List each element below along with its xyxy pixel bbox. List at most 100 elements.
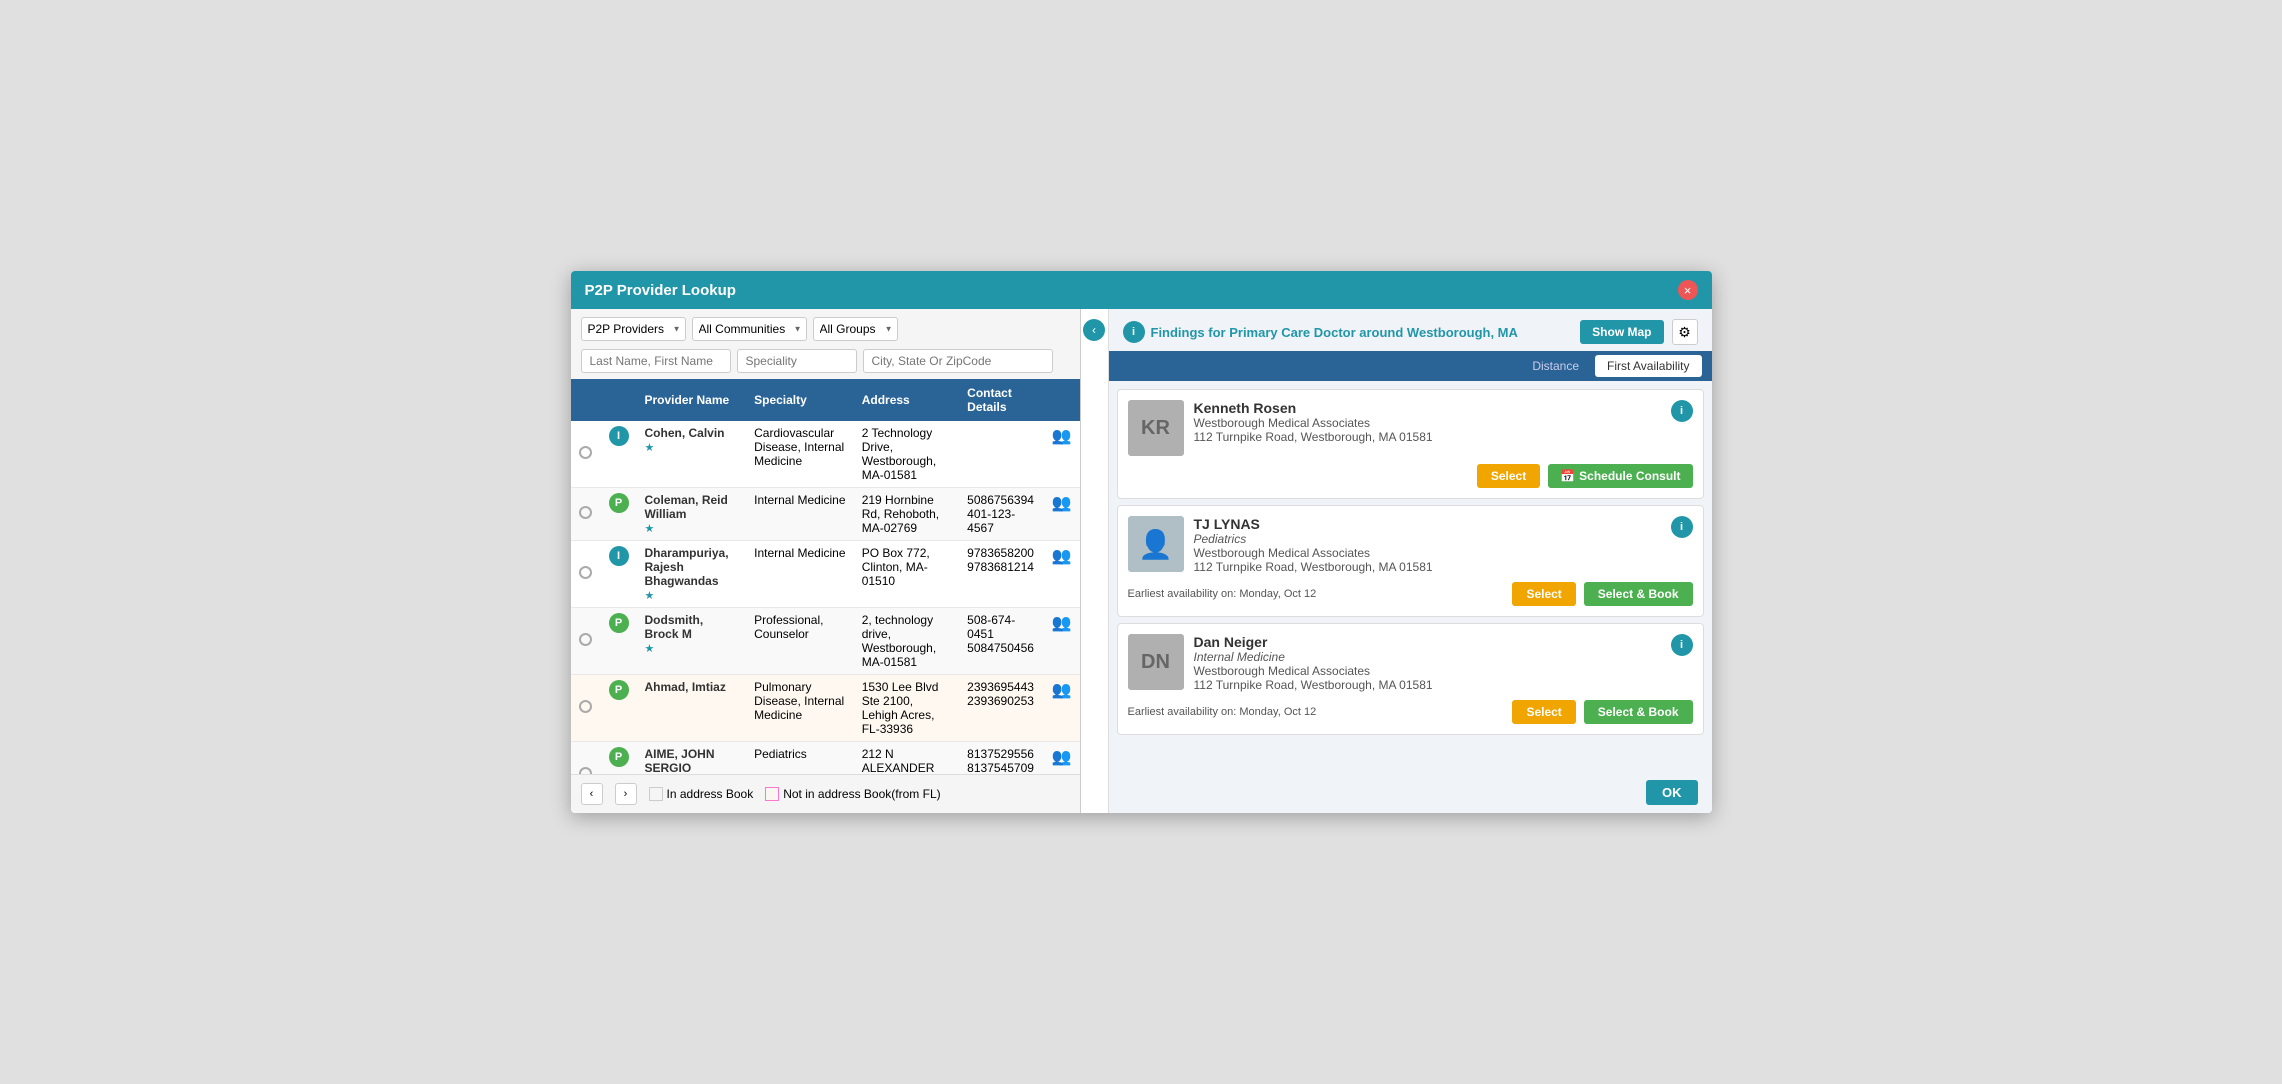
left-panel: P2P Providers All Communities All Groups — [571, 309, 1081, 813]
provider-card-addr: 112 Turnpike Road, Westborough, MA 01581 — [1194, 678, 1661, 692]
p-icon: P — [609, 613, 629, 633]
p-icon: P — [609, 493, 629, 513]
modal-body: P2P Providers All Communities All Groups — [571, 309, 1712, 813]
specialty-cell: Internal Medicine — [746, 541, 854, 608]
people-icon[interactable]: 👥 — [1052, 548, 1072, 565]
provider-card-specialty: Internal Medicine — [1194, 650, 1661, 664]
people-icon-cell: 👥 — [1044, 488, 1080, 541]
people-icon[interactable]: 👥 — [1052, 495, 1072, 512]
prev-button[interactable]: ‹ — [581, 783, 603, 805]
people-icon[interactable]: 👥 — [1052, 615, 1072, 632]
table-row: P Ahmad, Imtiaz Pulmonary Disease, Interna… — [571, 675, 1080, 742]
provider-type-icon: I — [601, 541, 637, 608]
provider-card-header: KR Kenneth Rosen Westborough Medical Ass… — [1128, 400, 1693, 456]
contact-cell: 2393695443 2393690253 — [959, 675, 1043, 742]
availability-text: Earliest availability on: Monday, Oct 12 — [1128, 588, 1317, 600]
provider-name[interactable]: AIME, JOHN SERGIO — [645, 747, 739, 774]
people-icon[interactable]: 👥 — [1052, 749, 1072, 766]
select-and-book-button[interactable]: Select & Book — [1584, 582, 1693, 606]
collapse-button[interactable]: ‹ — [1083, 319, 1105, 341]
show-map-button[interactable]: Show Map — [1580, 320, 1663, 344]
people-icon[interactable]: 👥 — [1052, 682, 1072, 699]
radio-button[interactable] — [579, 700, 592, 713]
search-specialty-input[interactable] — [737, 349, 857, 373]
row-radio[interactable] — [571, 742, 601, 775]
specialty-cell: Cardiovascular Disease, Internal Medicin… — [746, 421, 854, 488]
contact-cell: 508-674-0451 5084750456 — [959, 608, 1043, 675]
row-radio[interactable] — [571, 421, 601, 488]
people-icon[interactable]: 👥 — [1052, 428, 1072, 445]
provider-name[interactable]: Ahmad, Imtiaz — [645, 680, 739, 694]
radio-button[interactable] — [579, 767, 592, 774]
row-radio[interactable] — [571, 488, 601, 541]
provider-type-select[interactable]: P2P Providers — [581, 317, 686, 341]
provider-card-name: Kenneth Rosen — [1194, 400, 1661, 416]
address-cell: 1530 Lee Blvd Ste 2100, Lehigh Acres, FL… — [854, 675, 959, 742]
provider-name[interactable]: Coleman, Reid William — [645, 493, 739, 521]
radio-button[interactable] — [579, 446, 592, 459]
provider-photo-placeholder: 👤 — [1128, 516, 1184, 572]
provider-info: Dan Neiger Internal Medicine Westborough… — [1194, 634, 1661, 692]
select-button[interactable]: Select — [1512, 700, 1575, 724]
search-name-input[interactable] — [581, 349, 731, 373]
radio-button[interactable] — [579, 506, 592, 519]
star-icon: ★ — [645, 643, 655, 655]
schedule-consult-button[interactable]: 📅Schedule Consult — [1548, 464, 1692, 488]
provider-card: KR Kenneth Rosen Westborough Medical Ass… — [1117, 389, 1704, 499]
provider-info: TJ LYNAS Pediatrics Westborough Medical … — [1194, 516, 1661, 574]
specialty-cell: Pulmonary Disease, Internal Medicine — [746, 675, 854, 742]
provider-info: Kenneth Rosen Westborough Medical Associ… — [1194, 400, 1661, 444]
col-icon — [601, 379, 637, 421]
radio-button[interactable] — [579, 566, 592, 579]
findings-text: Findings for Primary Care Doctor around … — [1151, 325, 1518, 340]
col-radio — [571, 379, 601, 421]
row-radio[interactable] — [571, 675, 601, 742]
provider-name-cell: Dodsmith, Brock M ★ — [637, 608, 747, 675]
provider-type-icon: P — [601, 675, 637, 742]
modal-header: P2P Provider Lookup × — [571, 271, 1712, 309]
card-info-icon: i — [1671, 516, 1693, 538]
select-button[interactable]: Select — [1512, 582, 1575, 606]
people-icon-cell: 👥 — [1044, 742, 1080, 775]
provider-card-addr: 112 Turnpike Road, Westborough, MA 01581 — [1194, 560, 1661, 574]
ok-button[interactable]: OK — [1646, 780, 1698, 805]
people-icon-cell: 👥 — [1044, 541, 1080, 608]
provider-name[interactable]: Dodsmith, Brock M — [645, 613, 739, 641]
group-select[interactable]: All Groups — [813, 317, 898, 341]
provider-card-addr: 112 Turnpike Road, Westborough, MA 01581 — [1194, 430, 1661, 444]
provider-name[interactable]: Dharampuriya, Rajesh Bhagwandas — [645, 546, 739, 588]
right-panel: i Findings for Primary Care Doctor aroun… — [1109, 309, 1712, 813]
close-button[interactable]: × — [1678, 280, 1698, 300]
provider-name[interactable]: Cohen, Calvin — [645, 426, 739, 440]
next-button[interactable]: › — [615, 783, 637, 805]
community-select[interactable]: All Communities — [692, 317, 807, 341]
provider-card-org: Westborough Medical Associates — [1194, 416, 1661, 430]
col-provider-name: Provider Name — [637, 379, 747, 421]
specialty-cell: Pediatrics — [746, 742, 854, 775]
search-location-input[interactable] — [863, 349, 1053, 373]
address-cell: PO Box 772, Clinton, MA-01510 — [854, 541, 959, 608]
p2p-modal: P2P Provider Lookup × P2P Providers All … — [571, 271, 1712, 813]
sort-tabs: Distance First Availability — [1109, 351, 1712, 381]
filter-icon-button[interactable]: ⚙ — [1672, 319, 1698, 345]
legend-in-book: In address Book — [649, 787, 754, 801]
provider-card-actions: Select 📅Schedule Consult — [1128, 464, 1693, 488]
sort-tab-distance[interactable]: Distance — [1520, 355, 1591, 377]
provider-card-header: DN Dan Neiger Internal Medicine Westboro… — [1128, 634, 1693, 692]
legend-not-in-book: Not in address Book(from FL) — [765, 787, 940, 801]
star-icon: ★ — [645, 590, 655, 602]
provider-card: DN Dan Neiger Internal Medicine Westboro… — [1117, 623, 1704, 735]
select-and-book-button[interactable]: Select & Book — [1584, 700, 1693, 724]
provider-name-cell: Dharampuriya, Rajesh Bhagwandas ★ — [637, 541, 747, 608]
right-header: i Findings for Primary Care Doctor aroun… — [1109, 309, 1712, 351]
provider-card-actions: Earliest availability on: Monday, Oct 12… — [1128, 582, 1693, 606]
person-silhouette-icon: 👤 — [1138, 528, 1173, 561]
radio-button[interactable] — [579, 633, 592, 646]
provider-card-actions: Earliest availability on: Monday, Oct 12… — [1128, 700, 1693, 724]
sort-tab-availability[interactable]: First Availability — [1595, 355, 1701, 377]
row-radio[interactable] — [571, 541, 601, 608]
row-radio[interactable] — [571, 608, 601, 675]
table-row: ICohen, Calvin★Cardiovascular Disease, I… — [571, 421, 1080, 488]
group-wrapper: All Groups — [813, 317, 898, 341]
select-button[interactable]: Select — [1477, 464, 1540, 488]
